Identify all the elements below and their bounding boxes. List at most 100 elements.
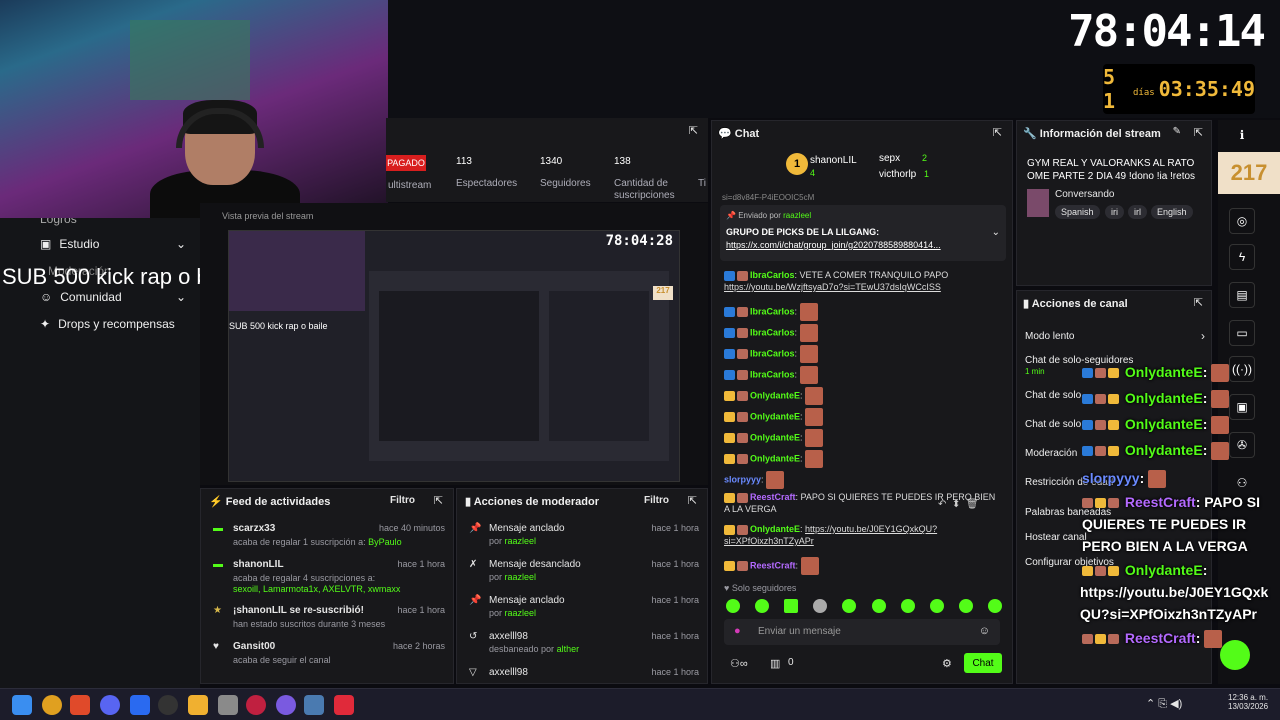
chat-input[interactable]: ● Enviar un mensaje ☺ <box>724 619 1000 645</box>
modactions-filter-button[interactable]: Filtro <box>644 495 669 506</box>
store-icon[interactable] <box>130 695 150 715</box>
emoji-icon[interactable]: ☺ <box>979 625 990 637</box>
gear-icon[interactable]: ⚙ <box>942 657 952 670</box>
feed-extra: sexoill, Lamarmota1x, AXELVTR, xwmaxx <box>233 584 401 594</box>
sidebar-item-label: Comunidad <box>60 290 122 304</box>
chevron-down-icon: ⌄ <box>175 290 186 304</box>
app-icon-2[interactable] <box>276 695 296 715</box>
folder-icon[interactable] <box>188 695 208 715</box>
top-user-1-count: 4 <box>810 168 816 178</box>
mod-actions: ▮ Acciones de moderador Filtro ⇱ 📌 Mensaj… <box>456 488 708 684</box>
chat-user[interactable]: OnlydanteE <box>750 411 800 421</box>
popout-icon[interactable]: ⇱ <box>689 124 698 137</box>
chat-user[interactable]: OnlydanteE <box>750 524 800 534</box>
sidebar-item-estudio[interactable]: ▣ Estudio ⌄ <box>40 237 186 251</box>
pin-icon: 📌 <box>469 523 482 534</box>
chat-send-button[interactable]: Chat <box>964 653 1002 673</box>
chat-user[interactable]: ReestCraft <box>750 560 796 570</box>
popout-icon[interactable]: ⇱ <box>1194 126 1203 139</box>
pin-icon[interactable]: ⬍ <box>952 499 960 510</box>
chat-input-placeholder: Enviar un mensaje <box>758 626 841 637</box>
popout-icon[interactable]: ⇱ <box>993 126 1002 139</box>
chat-message: OnlydanteE: <box>724 408 1000 426</box>
camera-icon[interactable]: ◎ <box>1229 208 1255 234</box>
host-channel-row[interactable]: Hostear canal <box>1025 532 1087 543</box>
chat-user[interactable]: IbraCarlos <box>750 306 795 316</box>
gamepad-icon[interactable] <box>218 695 238 715</box>
clock[interactable]: 12:36 a. m. 13/03/2026 <box>1228 693 1268 711</box>
chat-user[interactable]: OnlydanteE <box>750 390 800 400</box>
feed-user: scarzx33 <box>233 523 276 534</box>
chat-partial-line: si=d8v84F-P4iEOOIC5cM <box>722 193 815 202</box>
reply-icon[interactable]: ↶ <box>938 499 946 510</box>
video-icon[interactable]: ▣ <box>1229 394 1255 420</box>
canal-row-label: Hostear canal <box>1025 532 1087 543</box>
bolt-icon[interactable]: ϟ <box>1229 244 1255 270</box>
chat-message: IbraCarlos: <box>724 345 1000 363</box>
sidebar-item-comunidad[interactable]: ☺ Comunidad ⌄ <box>40 290 186 304</box>
preview-sub-text: SUB 500 kick rap o baile <box>229 321 328 331</box>
points-icon[interactable]: ▥ <box>770 657 780 670</box>
tray-icons[interactable]: ⌃ ⎘ ◀) <box>1146 697 1182 711</box>
heart-icon: ♥ <box>213 641 219 652</box>
popout-icon[interactable]: ⇱ <box>688 494 697 507</box>
moderation-row[interactable]: Moderación <box>1025 448 1077 459</box>
edit-icon[interactable]: ✎ <box>1173 126 1181 137</box>
tag: English <box>1151 205 1193 219</box>
wrench-icon[interactable]: ✇ <box>1229 432 1255 458</box>
mod-by: desbaneado por <box>489 644 555 654</box>
chat-user[interactable]: ReestCraft <box>750 492 796 502</box>
chat-user[interactable]: IbraCarlos <box>750 348 795 358</box>
day-timer-box: 5 1 días 03:35:49 <box>1103 64 1255 114</box>
chat-user[interactable]: IbraCarlos <box>750 270 795 280</box>
popout-icon[interactable]: ⇱ <box>1194 296 1203 309</box>
emote-bar[interactable] <box>726 599 1002 615</box>
sub-only-chat-row[interactable]: Chat de solo <box>1025 390 1081 401</box>
chevron-down-icon[interactable]: ⌄ <box>992 227 1000 238</box>
pinned-text: GRUPO DE PICKS DE LA LILGANG: <box>726 227 880 237</box>
settings-icon[interactable] <box>304 695 324 715</box>
app-icon-3[interactable] <box>334 695 354 715</box>
days-label: días <box>1132 88 1155 98</box>
category-name: Conversando <box>1055 189 1115 200</box>
windows-start-icon[interactable] <box>12 695 32 715</box>
sidebar-item-label: Drops y recompensas <box>58 317 175 331</box>
pinned-link[interactable]: https://x.com/i/chat/group_join/g2020788… <box>726 240 982 250</box>
stream-stats: ⇱ ultistream 113 Espectadores 1340 Segui… <box>386 118 708 202</box>
info-icon[interactable]: ℹ <box>1229 122 1255 148</box>
chat-user[interactable]: IbraCarlos <box>750 369 795 379</box>
clipboard-icon[interactable]: ▤ <box>1229 282 1255 308</box>
feed-line: acaba de regalar 4 suscripciones a: <box>233 573 376 583</box>
opera-icon[interactable] <box>246 695 266 715</box>
emote-only-chat-row[interactable]: Chat de solo <box>1025 419 1081 430</box>
emote <box>805 450 824 468</box>
brave-icon[interactable] <box>70 695 90 715</box>
emote <box>799 324 818 342</box>
mic-icon[interactable]: ● <box>734 625 741 637</box>
users-icon[interactable]: ⚇ <box>1229 470 1255 496</box>
users-icon[interactable]: ⚇∞ <box>730 657 748 670</box>
pinned-message[interactable]: 📌 Enviado por raazleel GRUPO DE PICKS DE… <box>720 205 1006 261</box>
chat-user[interactable]: OnlydanteE <box>750 432 800 442</box>
popout-icon[interactable]: ⇱ <box>434 494 443 507</box>
app-icon-1[interactable] <box>42 695 62 715</box>
chat-link[interactable]: https://youtu.be/WzjftsyaD7o?si=TEwU37ds… <box>724 282 941 292</box>
sidebar-item-drops[interactable]: ✦ Drops y recompensas <box>40 317 175 331</box>
top-user-3: victhorlp <box>879 169 917 180</box>
mod-action: axxelll98 <box>489 631 528 642</box>
chat-user[interactable]: IbraCarlos <box>750 327 795 337</box>
delete-icon[interactable]: 🗑 <box>966 499 979 510</box>
obs-icon[interactable] <box>158 695 178 715</box>
mod-by: por <box>489 572 503 582</box>
chat-message: OnlydanteE: https://youtu.be/J0EY1GQxkQU… <box>724 523 1000 547</box>
broadcast-icon[interactable]: ((·)) <box>1229 356 1255 382</box>
slow-mode-row[interactable]: Modo lento <box>1025 331 1074 342</box>
chat-user[interactable]: slorpyyy <box>724 474 761 484</box>
chat-icon[interactable]: ▭ <box>1229 320 1255 346</box>
chat-message: OnlydanteE: <box>724 429 1000 447</box>
chevron-right-icon[interactable]: › <box>1201 329 1205 343</box>
mod-time: hace 1 hora <box>651 631 699 641</box>
chat-user[interactable]: OnlydanteE <box>750 453 800 463</box>
discord-icon[interactable] <box>100 695 120 715</box>
feed-filter-button[interactable]: Filtro <box>390 495 415 506</box>
